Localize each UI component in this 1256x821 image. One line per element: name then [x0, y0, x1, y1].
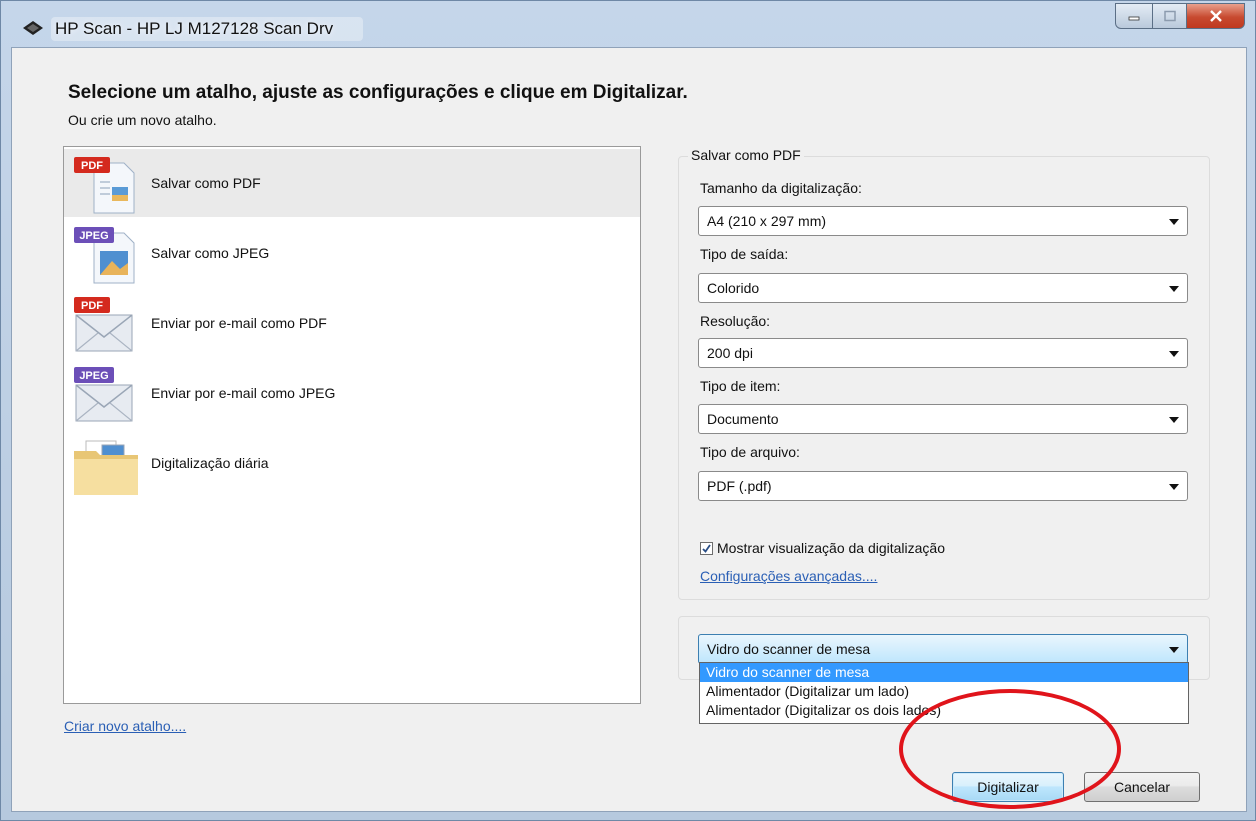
item-type-select[interactable]: Documento [698, 404, 1188, 434]
source-option-feeder-one-side[interactable]: Alimentador (Digitalizar um lado) [700, 682, 1188, 701]
shortcut-list[interactable]: PDF Salvar como PDF JPEG Salvar como JPE… [63, 146, 641, 704]
file-type-value: PDF (.pdf) [707, 478, 772, 494]
dropdown-arrow-icon [1169, 351, 1179, 357]
page-subtitle: Ou crie um novo atalho. [68, 112, 217, 128]
show-preview-checkbox[interactable] [700, 541, 713, 555]
jpeg-badge-text: JPEG [79, 230, 108, 242]
settings-group-title: Salvar como PDF [688, 147, 804, 163]
minimize-button[interactable] [1115, 3, 1153, 29]
dialog-client-area: Selecione um atalho, ajuste as configura… [11, 47, 1247, 812]
pdf-document-icon: PDF [74, 157, 135, 214]
scan-source-dropdown-list: Vidro do scanner de mesa Alimentador (Di… [699, 662, 1189, 724]
shortcut-label: Salvar como JPEG [151, 245, 270, 261]
cancel-button[interactable]: Cancelar [1084, 772, 1200, 802]
shortcut-label: Salvar como PDF [151, 175, 261, 191]
source-option-feeder-both-sides[interactable]: Alimentador (Digitalizar os dois lados) [700, 701, 1188, 720]
window-title: HP Scan - HP LJ M127128 Scan Drv [51, 17, 364, 41]
dropdown-arrow-icon [1169, 484, 1179, 490]
dropdown-arrow-icon [1169, 647, 1179, 653]
show-preview-checkbox-row[interactable]: Mostrar visualização da digitalização [700, 540, 945, 556]
scan-source-select[interactable]: Vidro do scanner de mesa [698, 634, 1188, 664]
shortcut-label: Enviar por e-mail como JPEG [151, 385, 336, 401]
jpeg-email-icon: JPEG [74, 367, 133, 422]
dropdown-arrow-icon [1169, 286, 1179, 292]
shortcut-save-jpeg[interactable]: JPEG Salvar como JPEG [64, 219, 640, 287]
shortcut-daily-scan[interactable]: Digitalização diária [64, 429, 640, 497]
maximize-icon [1163, 10, 1176, 22]
close-button[interactable] [1187, 3, 1245, 29]
checkmark-icon [702, 543, 711, 553]
close-icon [1209, 10, 1222, 22]
jpeg-badge-text: JPEG [79, 370, 108, 382]
maximize-button[interactable] [1153, 3, 1187, 29]
output-type-label: Tipo de saída: [700, 246, 789, 262]
shortcut-email-pdf[interactable]: PDF Enviar por e-mail como PDF [64, 289, 640, 357]
show-preview-label: Mostrar visualização da digitalização [717, 540, 945, 556]
output-type-select[interactable]: Colorido [698, 273, 1188, 303]
dropdown-arrow-icon [1169, 219, 1179, 225]
jpeg-document-icon: JPEG [74, 227, 135, 284]
output-type-value: Colorido [707, 280, 760, 296]
item-type-value: Documento [707, 411, 779, 427]
file-type-label: Tipo de arquivo: [700, 444, 800, 460]
window-controls [1115, 3, 1245, 29]
resolution-select[interactable]: 200 dpi [698, 338, 1188, 368]
file-type-select[interactable]: PDF (.pdf) [698, 471, 1188, 501]
scan-button[interactable]: Digitalizar [952, 772, 1064, 802]
create-shortcut-link[interactable]: Criar novo atalho.... [64, 718, 186, 734]
dropdown-arrow-icon [1169, 417, 1179, 423]
shortcut-email-jpeg[interactable]: JPEG Enviar por e-mail como JPEG [64, 359, 640, 427]
title-bar[interactable]: HP Scan - HP LJ M127128 Scan Drv [1, 1, 1255, 47]
shortcut-label: Digitalização diária [151, 455, 269, 471]
resolution-value: 200 dpi [707, 345, 753, 361]
hp-scan-window: HP Scan - HP LJ M127128 Scan Drv Selecio… [0, 0, 1256, 821]
folder-icon [74, 440, 138, 495]
advanced-settings-link[interactable]: Configurações avançadas.... [700, 568, 877, 584]
scan-size-select[interactable]: A4 (210 x 297 mm) [698, 206, 1188, 236]
scan-size-value: A4 (210 x 297 mm) [707, 213, 827, 229]
shortcut-save-pdf[interactable]: PDF Salvar como PDF [64, 149, 640, 217]
pdf-badge-text: PDF [81, 300, 103, 312]
pdf-email-icon: PDF [74, 297, 133, 352]
scan-size-label: Tamanho da digitalização: [700, 180, 862, 196]
scan-source-value: Vidro do scanner de mesa [707, 641, 871, 657]
resolution-label: Resolução: [700, 313, 771, 329]
page-title: Selecione um atalho, ajuste as configura… [68, 82, 688, 103]
minimize-icon [1128, 16, 1140, 21]
scanner-app-icon [23, 21, 43, 35]
item-type-label: Tipo de item: [700, 378, 781, 394]
source-option-flatbed[interactable]: Vidro do scanner de mesa [700, 663, 1188, 682]
shortcut-label: Enviar por e-mail como PDF [151, 315, 327, 331]
pdf-badge-text: PDF [81, 160, 103, 172]
